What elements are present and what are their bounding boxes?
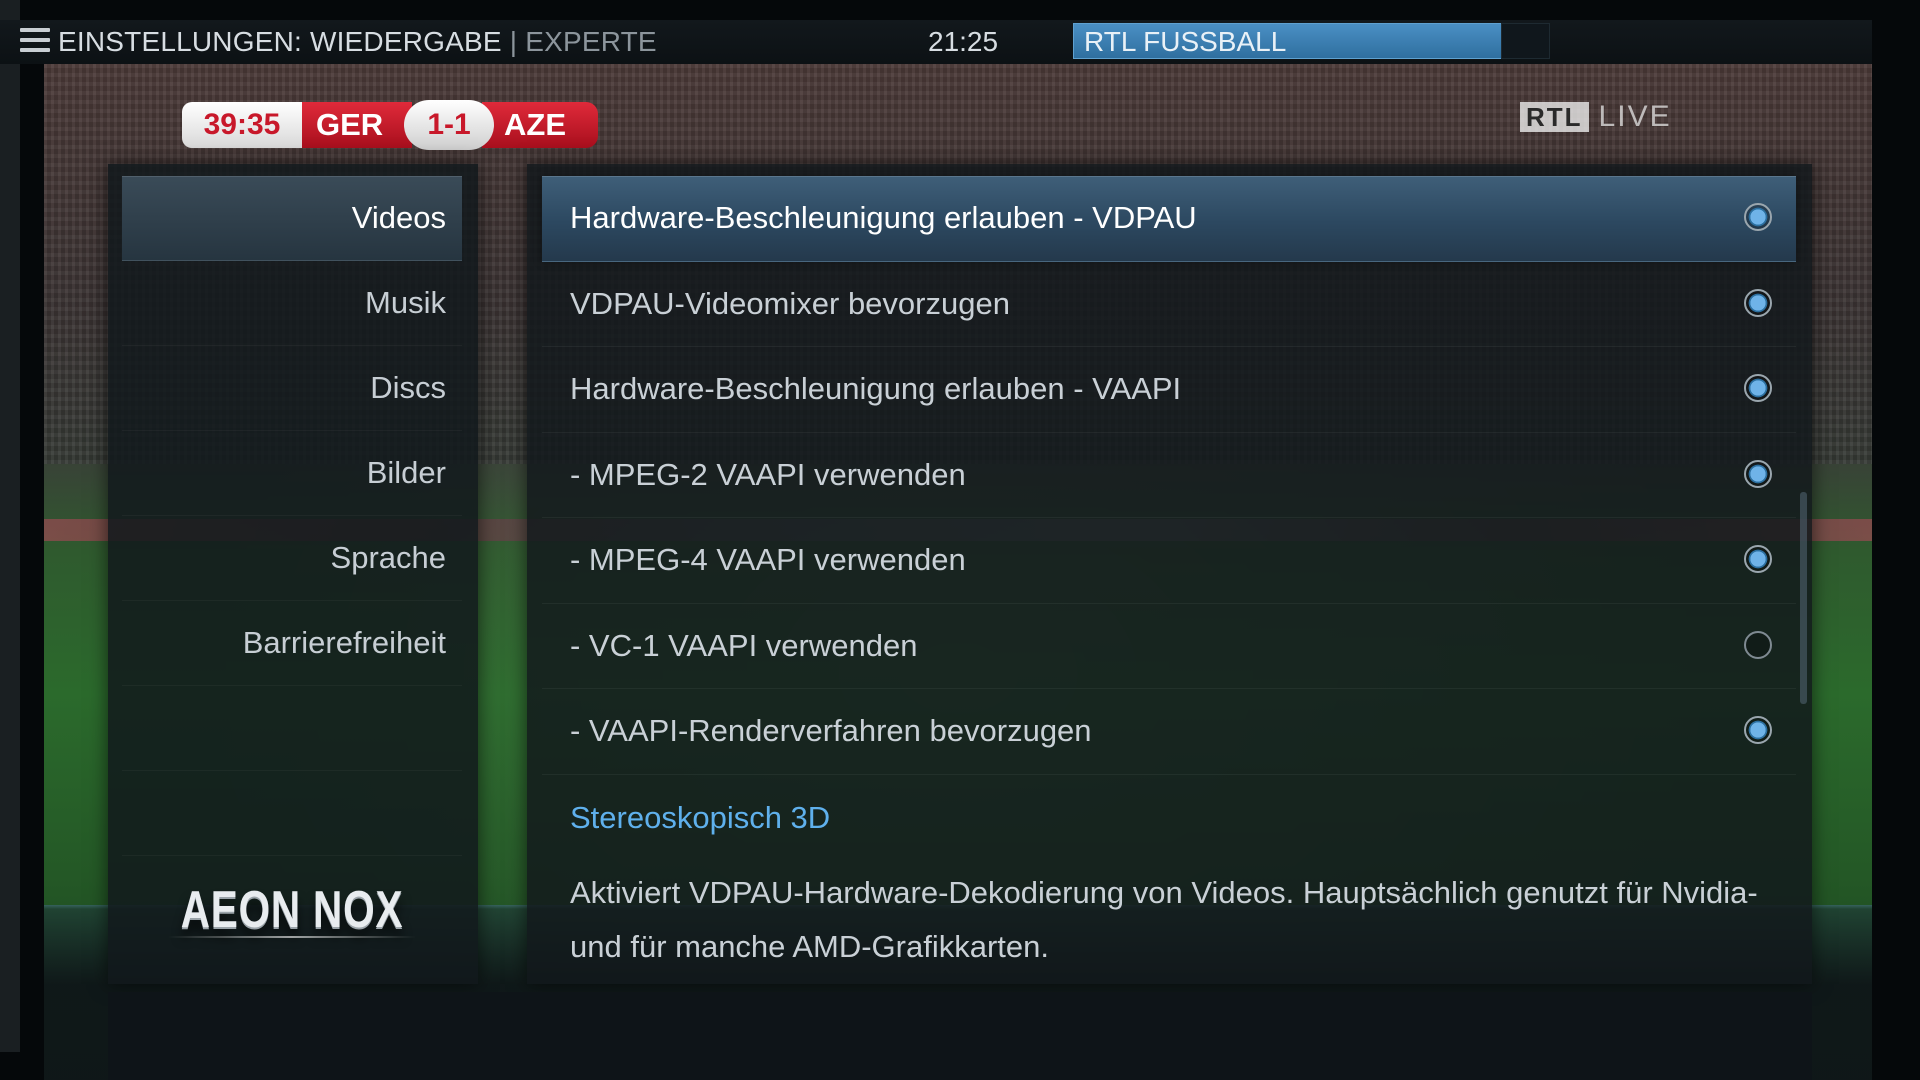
setting-vdpau-videomixer[interactable]: VDPAU-Videomixer bevorzugen: [542, 262, 1796, 347]
screen-edge: [0, 0, 20, 1052]
setting-vdpau-acceleration[interactable]: Hardware-Beschleunigung erlauben - VDPAU: [542, 176, 1796, 262]
logo-underline: [168, 936, 416, 938]
section-heading: Stereoskopisch 3D: [570, 800, 831, 835]
menu-icon[interactable]: [20, 28, 50, 54]
radio-on-icon[interactable]: [1744, 288, 1772, 317]
radio-on-icon[interactable]: [1744, 459, 1772, 488]
setting-label: Hardware-Beschleunigung erlauben - VAAPI: [570, 371, 1182, 407]
now-playing-bar[interactable]: RTL FUSSBALL: [1073, 23, 1503, 59]
settings-scrollbar[interactable]: [1800, 492, 1807, 704]
breadcrumb-separator: |: [501, 26, 526, 57]
match-time: 39:35: [182, 102, 302, 148]
category-list: Videos Musik Discs Bilder Sprache Barrie…: [122, 176, 462, 856]
radio-on-icon[interactable]: [1744, 545, 1772, 574]
category-barrierefreiheit[interactable]: Barrierefreiheit: [122, 601, 462, 686]
home-team: GER: [302, 102, 412, 148]
category-sprache[interactable]: Sprache: [122, 516, 462, 601]
settings-level[interactable]: EXPERTE: [525, 26, 657, 57]
away-team: AZE: [482, 102, 598, 148]
setting-label: Hardware-Beschleunigung erlauben - VDPAU: [570, 200, 1197, 236]
category-musik[interactable]: Musik: [122, 261, 462, 346]
category-empty-slot: [122, 771, 462, 856]
category-empty-slot: [122, 686, 462, 771]
score-overlay: 39:35 GER AZE 1-1: [182, 100, 598, 150]
radio-off-icon[interactable]: [1744, 630, 1772, 659]
setting-label: - MPEG-2 VAAPI verwenden: [570, 456, 966, 492]
radio-on-icon[interactable]: [1744, 203, 1772, 232]
top-bar: EINSTELLUNGEN: WIEDERGABE | EXPERTE 21:2…: [0, 20, 1872, 64]
channel-logo-text: RTL: [1520, 102, 1589, 132]
clock: 21:25: [928, 26, 999, 57]
setting-description: Aktiviert VDPAU-Hardware-Dekodierung von…: [570, 875, 1758, 964]
category-bilder[interactable]: Bilder: [122, 431, 462, 516]
setting-vc1-vaapi[interactable]: - VC-1 VAAPI verwenden: [542, 604, 1796, 689]
setting-label: - VC-1 VAAPI verwenden: [570, 627, 918, 663]
channel-logo: RTL LIVE: [1520, 100, 1672, 134]
setting-label: VDPAU-Videomixer bevorzugen: [570, 285, 1010, 321]
setting-vaapi-acceleration[interactable]: Hardware-Beschleunigung erlauben - VAAPI: [542, 347, 1796, 433]
match-score: 1-1: [404, 100, 494, 150]
category-discs[interactable]: Discs: [122, 346, 462, 431]
page-title: EINSTELLUNGEN: WIEDERGABE: [58, 26, 502, 57]
category-videos[interactable]: Videos: [122, 176, 462, 261]
setting-mpeg2-vaapi[interactable]: - MPEG-2 VAAPI verwenden: [542, 433, 1796, 518]
channel-live-label: LIVE: [1598, 100, 1672, 133]
radio-on-icon[interactable]: [1744, 374, 1772, 403]
setting-label: - VAAPI-Renderverfahren bevorzugen: [570, 713, 1092, 749]
radio-on-icon[interactable]: [1744, 716, 1772, 745]
setting-mpeg4-vaapi[interactable]: - MPEG-4 VAAPI verwenden: [542, 518, 1796, 604]
skin-logo: AEON NOX: [180, 881, 404, 939]
setting-vaapi-render[interactable]: - VAAPI-Renderverfahren bevorzugen: [542, 689, 1796, 775]
breadcrumb: EINSTELLUNGEN: WIEDERGABE | EXPERTE: [58, 26, 657, 58]
now-playing-progress-track: [1501, 23, 1550, 59]
setting-label: - MPEG-4 VAAPI verwenden: [570, 542, 966, 578]
settings-list: Hardware-Beschleunigung erlauben - VDPAU…: [542, 176, 1796, 775]
now-playing-title: RTL FUSSBALL: [1084, 26, 1287, 57]
footer-panel: [108, 992, 1812, 1080]
